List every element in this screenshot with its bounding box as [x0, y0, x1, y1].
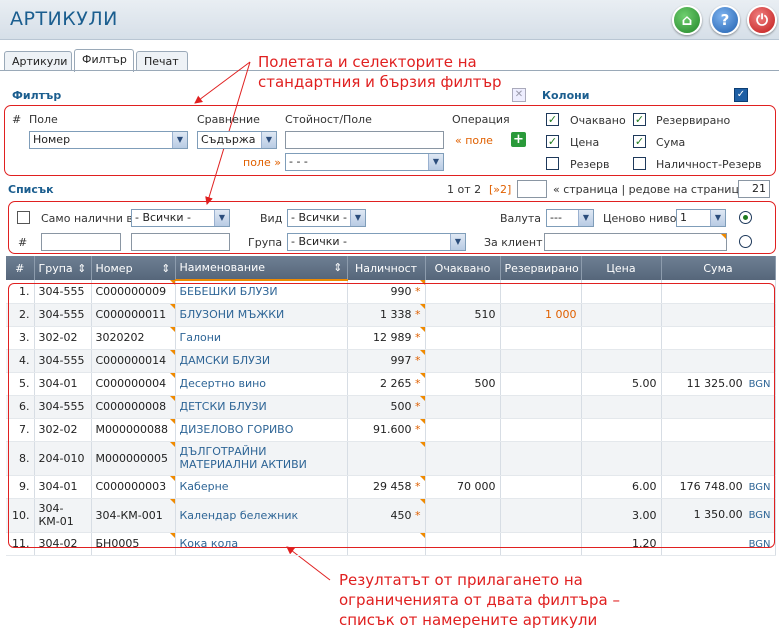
chevron-down-icon: ▼: [172, 132, 187, 148]
compare-label: Сравнение: [197, 113, 260, 126]
quick-num-label: #: [18, 236, 28, 249]
column-header-reserved[interactable]: Резервирано: [500, 256, 582, 280]
kind-select[interactable]: - Всички - ▼: [287, 209, 366, 227]
next-page-link[interactable]: [»2]: [489, 183, 511, 196]
field2-link[interactable]: поле »: [243, 156, 281, 169]
name-input[interactable]: [131, 233, 230, 251]
currency-label: Валута: [500, 212, 541, 225]
field-label: Поле: [29, 113, 58, 126]
clear-filter-icon[interactable]: ✕: [512, 88, 526, 102]
price-level-label: Ценово ниво: [603, 212, 677, 225]
page-input[interactable]: [517, 180, 547, 198]
chevron-down-icon: ▼: [214, 210, 229, 226]
field-select[interactable]: Номер ▼: [29, 131, 188, 149]
rows-per-page-input[interactable]: 21: [738, 180, 770, 198]
sort-icon: ⇕: [161, 261, 171, 275]
op-field-link[interactable]: « поле: [455, 134, 493, 147]
column-header-num[interactable]: #: [6, 256, 35, 280]
operation-label: Операция: [452, 113, 510, 126]
column-checkbox-reserved[interactable]: ✓: [633, 113, 646, 126]
chevron-down-icon: ▼: [428, 154, 443, 170]
column-label-sum: Сума: [656, 136, 686, 149]
column-header-sum[interactable]: Сума: [661, 256, 776, 280]
column-checkbox-price[interactable]: ✓: [546, 135, 559, 148]
warehouse-select[interactable]: - Всички - ▼: [131, 209, 230, 227]
only-available-label: Само налични в: [41, 212, 133, 225]
price-mode-radio-2[interactable]: [739, 235, 752, 248]
filter-title: Филтър: [12, 89, 62, 102]
page-rows-link[interactable]: « страница | редове на страница »: [553, 183, 756, 196]
column-header-code[interactable]: Номер ⇕: [91, 256, 176, 280]
client-input[interactable]: [544, 233, 727, 251]
filter-num-label: #: [12, 113, 22, 126]
page-info: 1 от 2: [447, 183, 482, 196]
column-checkbox-sum[interactable]: ✓: [633, 135, 646, 148]
value-label: Стойност/Поле: [285, 113, 372, 126]
chevron-down-icon: ▼: [710, 210, 725, 226]
column-checkbox-expected[interactable]: ✓: [546, 113, 559, 126]
price-level-select[interactable]: 1 ▼: [676, 209, 726, 227]
sort-icon: ⇕: [333, 261, 343, 274]
group-select[interactable]: - Всички - ▼: [287, 233, 466, 251]
list-title: Списък: [8, 183, 54, 196]
chevron-down-icon: ▼: [578, 210, 593, 226]
column-header-name[interactable]: Наименование ⇕: [175, 256, 348, 281]
column-label-expected: Очаквано: [570, 114, 626, 127]
column-label-reserved: Резервирано: [656, 114, 731, 127]
chevron-down-icon: ▼: [350, 210, 365, 226]
price-mode-radio-1[interactable]: [739, 211, 752, 224]
currency-select[interactable]: --- ▼: [546, 209, 594, 227]
compare-select[interactable]: Съдържа ▼: [197, 131, 277, 149]
table-header-row: # Група ⇕ Номер ⇕ Наименование ⇕ Наличност …: [6, 256, 776, 281]
column-header-group[interactable]: Група ⇕: [34, 256, 92, 280]
columns-title: Колони: [542, 89, 590, 102]
column-label-available-reserve: Наличност-Резерв: [656, 158, 762, 171]
field2-select[interactable]: - - - ▼: [285, 153, 444, 171]
only-available-checkbox[interactable]: [17, 211, 30, 224]
chevron-down-icon: ▼: [261, 132, 276, 148]
column-header-price[interactable]: Цена: [581, 256, 662, 280]
value-input[interactable]: [285, 131, 444, 149]
annotation-bottom: Резултатът от прилагането на ограничения…: [339, 571, 620, 629]
column-label-reserve: Резерв: [570, 158, 610, 171]
sort-icon: ⇕: [77, 261, 87, 275]
client-label: За клиент: [484, 236, 543, 249]
column-checkbox-available-reserve[interactable]: [633, 157, 646, 170]
kind-label: Вид: [260, 212, 283, 225]
add-condition-icon[interactable]: +: [511, 132, 526, 147]
number-input[interactable]: [41, 233, 121, 251]
results-box: [8, 283, 775, 548]
columns-toggle-icon[interactable]: ✓: [734, 88, 748, 102]
chevron-down-icon: ▼: [450, 234, 465, 250]
column-header-expected[interactable]: Очаквано: [425, 256, 501, 280]
column-checkbox-reserve[interactable]: [546, 157, 559, 170]
column-label-price: Цена: [570, 136, 600, 149]
group-label: Група: [248, 236, 283, 249]
column-header-qty[interactable]: Наличност: [347, 256, 426, 280]
